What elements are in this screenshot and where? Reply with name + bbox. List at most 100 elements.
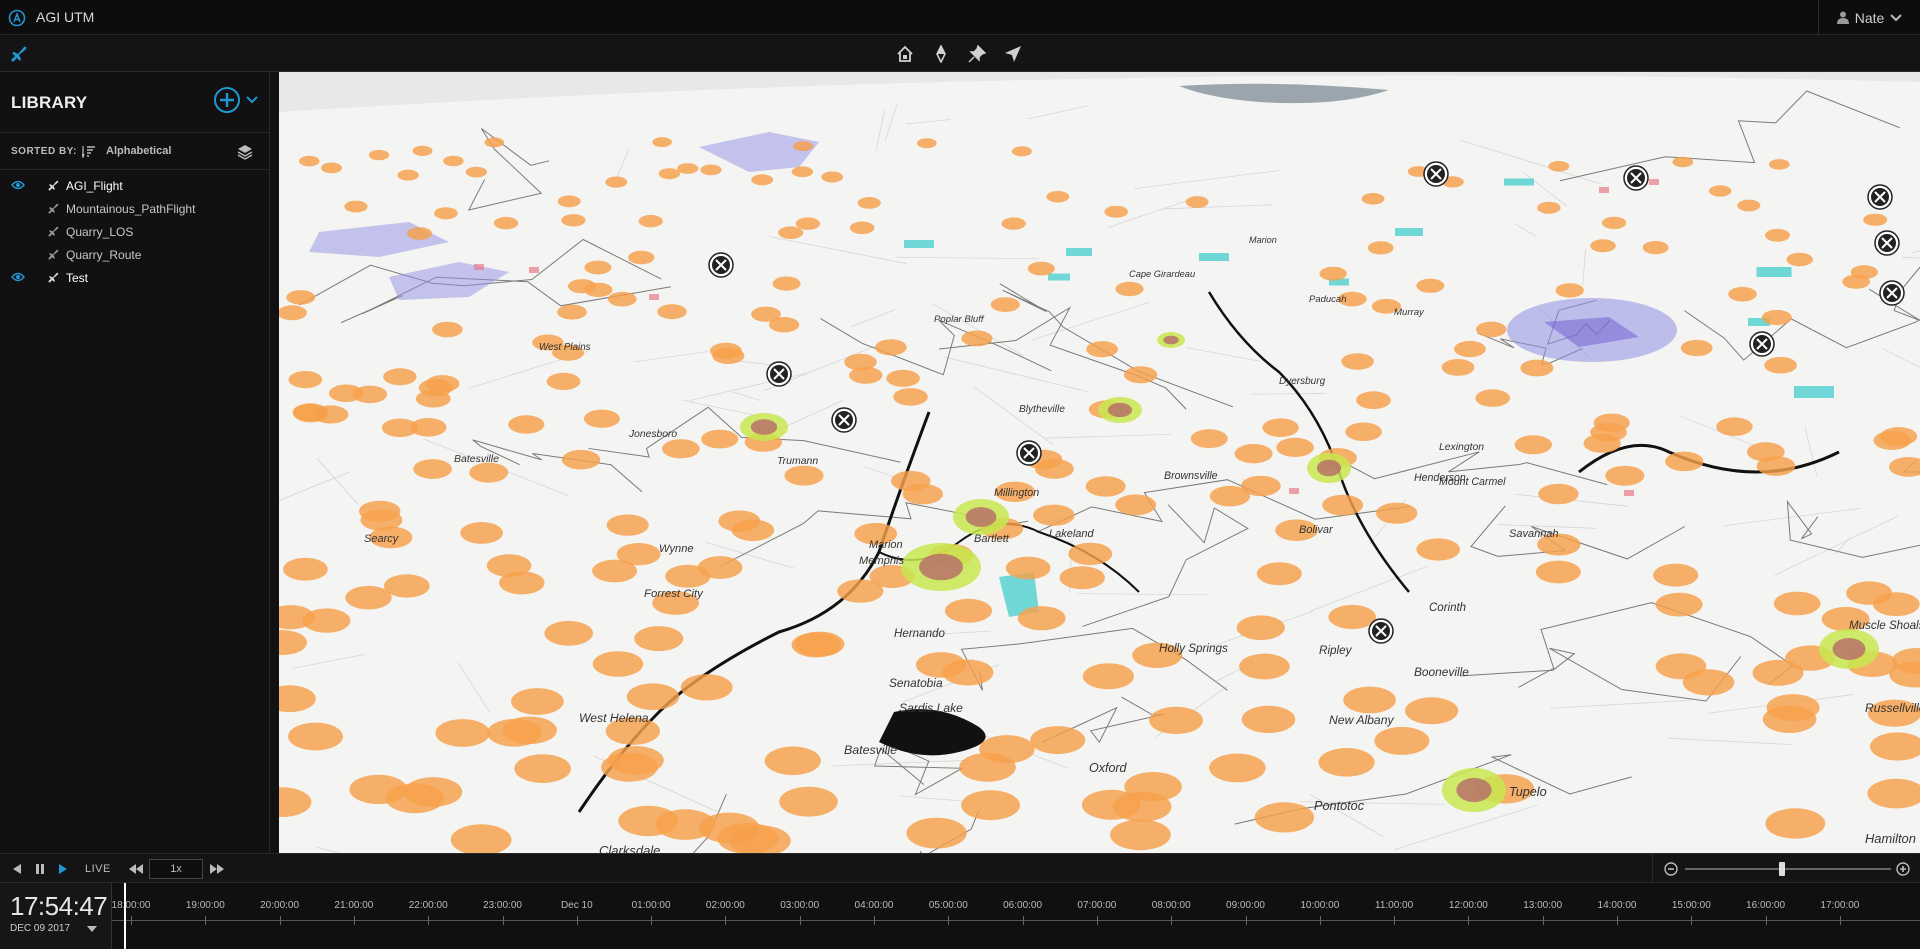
zone-orange [616, 543, 661, 566]
pause-icon[interactable] [33, 862, 47, 876]
add-icon[interactable] [213, 86, 241, 114]
map-city-label: Blytheville [1019, 404, 1065, 415]
zone-orange [345, 585, 392, 610]
zone-orange [990, 297, 1020, 312]
timeline-tick-label: 17:00:00 [1820, 900, 1860, 911]
zone-orange [1068, 542, 1113, 566]
zone-orange [944, 598, 993, 623]
zone-orange [381, 418, 419, 438]
caret-down-icon[interactable] [86, 925, 98, 933]
map-city-label: New Albany [1329, 713, 1394, 727]
eye-icon[interactable] [11, 180, 25, 190]
library-item[interactable]: AGI_Flight [0, 175, 270, 198]
fast-forward-icon[interactable] [209, 862, 225, 876]
zone-orange [1322, 494, 1364, 516]
step-back-icon[interactable] [10, 862, 24, 876]
timeline-tick [1617, 916, 1618, 925]
zone-orange [1520, 359, 1554, 377]
library-item-label: AGI_Flight [66, 179, 123, 193]
zone-cyan [1395, 228, 1423, 236]
library-title: LIBRARY [11, 93, 88, 112]
library-item-label: Test [66, 271, 89, 285]
flight-icon[interactable] [9, 44, 29, 64]
zone-orange [1765, 228, 1790, 242]
navigate-button[interactable] [1001, 42, 1025, 66]
chevron-down-icon[interactable] [245, 94, 259, 106]
timeline-tick [1022, 916, 1024, 925]
timeline-tick-label: 23:00:00 [483, 900, 522, 911]
timeline-tick-label: 09:00:00 [1226, 900, 1265, 911]
timeline-scale[interactable]: 18:00:00 19:00:00 20:00:00 21:00:00 22:00:00… [112, 883, 1920, 949]
speed-input[interactable] [149, 859, 203, 879]
zone-orange [1765, 808, 1826, 839]
zone-orange [1535, 560, 1581, 584]
playback-bar: LIVE [0, 853, 1920, 884]
user-name: Nate [1854, 9, 1885, 26]
time-cursor[interactable] [124, 883, 126, 949]
layers-icon[interactable] [236, 143, 254, 161]
library-item[interactable]: Test [0, 267, 270, 290]
zone-orange [460, 522, 503, 544]
timeline-tick-label: 21:00:00 [334, 900, 374, 911]
zone-orange [1475, 321, 1507, 338]
eye-icon[interactable] [11, 272, 25, 282]
app-logo-icon [8, 9, 26, 27]
zone-orange [1475, 389, 1510, 407]
zone-orange [508, 415, 545, 434]
zone-orange [1416, 278, 1445, 293]
zone-orange [1737, 199, 1761, 212]
zone-orange [751, 174, 774, 186]
zone-red [919, 553, 963, 581]
zone-red-small [1599, 187, 1609, 193]
pin-button[interactable] [965, 42, 989, 66]
timeline-tick-label: 19:00:00 [185, 900, 225, 911]
zone-orange [1761, 309, 1792, 326]
map-canvas[interactable]: West Plains Poplar Bluff Batesville Searcy W… [279, 72, 1920, 853]
zone-orange [628, 250, 655, 265]
timeline-tick [1468, 916, 1470, 925]
zone-orange [605, 176, 628, 188]
timeline-zoom [1652, 854, 1920, 884]
map-view[interactable]: West Plains Poplar Bluff Batesville Searcy W… [279, 72, 1920, 853]
map-city-label: Sardis Lake [899, 701, 963, 715]
zone-orange [1762, 705, 1817, 733]
library-item[interactable]: Mountainous_PathFlight [0, 198, 270, 221]
sort-value[interactable]: Alphabetical [106, 145, 171, 157]
zone-orange [791, 632, 841, 658]
map-city-label: Mount Carmel [1439, 476, 1506, 488]
live-button[interactable]: LIVE [85, 863, 111, 875]
zoom-slider-thumb[interactable] [1779, 862, 1785, 876]
zone-orange [1234, 444, 1273, 464]
zone-orange [514, 754, 571, 783]
timeline-tick-label: 15:00:00 [1671, 900, 1711, 911]
home-view-button[interactable] [893, 42, 917, 66]
rewind-icon[interactable] [128, 862, 144, 876]
play-icon[interactable] [56, 862, 70, 876]
zoom-out-icon[interactable] [1664, 862, 1678, 876]
library-item[interactable]: Quarry_Route [0, 244, 270, 267]
zone-orange [1209, 485, 1251, 507]
zone-orange [1873, 431, 1911, 450]
user-menu[interactable]: Nate [1818, 0, 1920, 35]
zone-cyan [1066, 248, 1092, 256]
title-bar: AGI UTM Nate [0, 0, 1920, 35]
zone-orange [662, 439, 700, 459]
sort-list-icon[interactable] [82, 145, 96, 158]
zone-orange [917, 138, 937, 149]
zone-orange [434, 207, 458, 220]
zoom-in-icon[interactable] [1896, 862, 1910, 876]
map-city-label: West Helena [579, 711, 649, 725]
zone-orange [1376, 502, 1418, 524]
library-item[interactable]: Quarry_LOS [0, 221, 270, 244]
compass-button[interactable] [929, 42, 953, 66]
timeline-tick [799, 916, 801, 925]
zone-orange [1514, 435, 1553, 455]
zone-orange [352, 385, 388, 404]
clock-display: 17:54:47 DEC 09 2017 [0, 883, 112, 949]
map-city-label: Wynne [659, 543, 694, 555]
zone-orange [469, 462, 509, 483]
zoom-slider-track[interactable] [1685, 868, 1891, 870]
zone-orange [979, 735, 1035, 764]
zone-orange [1345, 422, 1382, 442]
library-panel: LIBRARY SORTED BY: Alphabetical AGI_Flig… [0, 72, 270, 853]
